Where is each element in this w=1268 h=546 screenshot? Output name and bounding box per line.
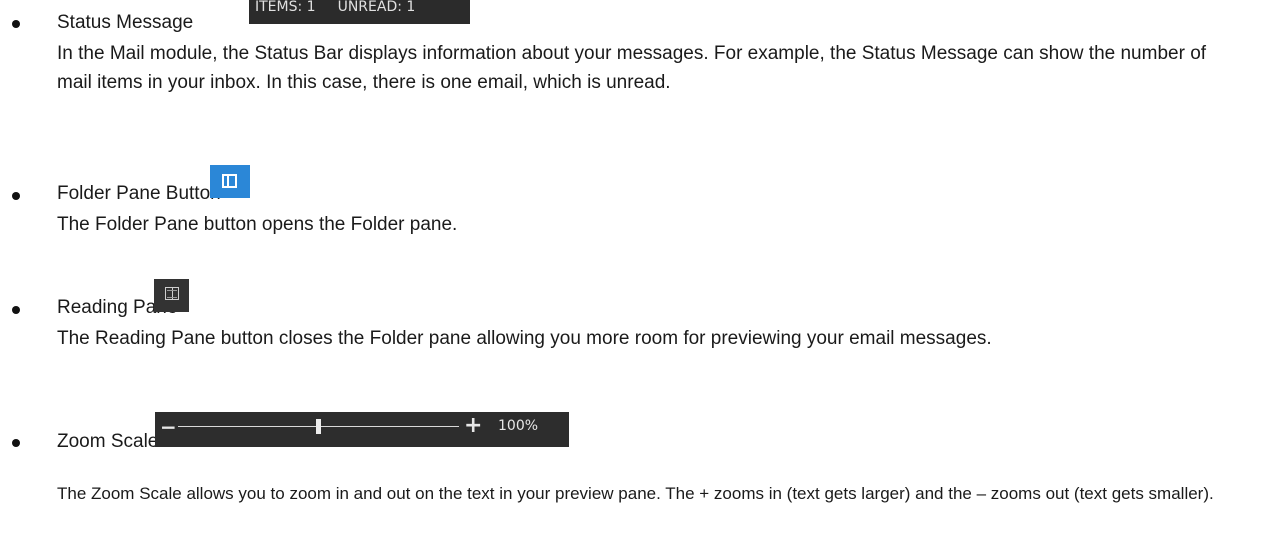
zoom-percent-label: 100% [498,418,539,434]
folder-pane-description: The Folder Pane button opens the Folder … [57,214,458,235]
zoom-scale-title: Zoom Scale [57,431,159,452]
folder-pane-icon [222,174,237,188]
zoom-in-button[interactable]: + [464,415,482,437]
folder-pane-title: Folder Pane Button [57,183,221,204]
book-icon [165,287,179,300]
reading-pane-button[interactable] [154,279,189,312]
bullet [12,439,20,447]
reading-pane-description: The Reading Pane button closes the Folde… [57,328,992,349]
bullet [12,192,20,200]
unread-count: UNREAD: 1 [337,0,416,15]
zoom-out-button[interactable]: − [160,417,177,437]
folder-pane-button[interactable] [210,165,250,198]
status-message-description: In the Mail module, the Status Bar displ… [57,43,1207,93]
items-count: ITEMS: 1 [255,0,316,15]
status-message-title: Status Message [57,12,194,33]
bullet [12,306,20,314]
bullet [12,20,20,28]
zoom-scale-description: The Zoom Scale allows you to zoom in and… [57,484,1214,503]
zoom-scale-bar: − + 100% [155,412,569,447]
status-bar-preview: ITEMS: 1 UNREAD: 1 [249,0,470,24]
zoom-slider-thumb[interactable] [316,419,321,434]
